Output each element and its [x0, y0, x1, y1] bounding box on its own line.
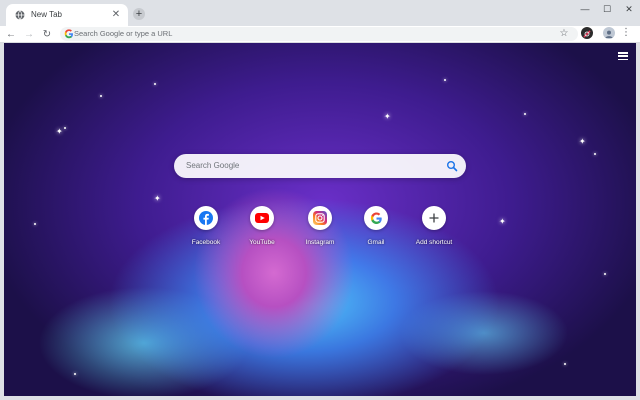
- omnibox-placeholder: Search Google or type a URL: [74, 29, 173, 38]
- kebab-menu-icon[interactable]: ⋮: [620, 27, 632, 39]
- shortcut-add[interactable]: Add shortcut: [406, 206, 462, 252]
- customize-menu-icon[interactable]: [618, 52, 628, 60]
- window-controls: — ☐ ✕: [574, 0, 640, 18]
- window-close-button[interactable]: ✕: [618, 0, 640, 18]
- profile-avatar[interactable]: [603, 27, 615, 39]
- star-icon[interactable]: ☆: [558, 28, 570, 40]
- shortcut-gmail[interactable]: Gmail: [348, 206, 404, 252]
- sparkle-icon: ✦: [499, 217, 506, 226]
- instagram-icon: [313, 211, 327, 225]
- close-icon[interactable]: ✕: [110, 9, 122, 21]
- toolbar: ← → ↻ Search Google or type a URL ☆: [0, 26, 640, 43]
- star-decoration: [564, 363, 566, 365]
- tab-strip: New Tab ✕ + — ☐ ✕: [0, 0, 640, 26]
- star-decoration: [524, 113, 526, 115]
- shortcut-instagram[interactable]: Instagram: [292, 206, 348, 252]
- sparkle-icon: ✦: [384, 112, 391, 121]
- globe-icon: [15, 10, 25, 20]
- reload-button[interactable]: ↻: [40, 27, 54, 41]
- star-decoration: [74, 373, 76, 375]
- omnibox[interactable]: Search Google or type a URL ☆: [60, 27, 578, 41]
- tab-title: New Tab: [31, 10, 62, 19]
- star-decoration: [34, 223, 36, 225]
- shortcut-tile: [308, 206, 332, 230]
- star-decoration: [154, 83, 156, 85]
- shortcut-label: YouTube: [249, 239, 275, 246]
- forward-button[interactable]: →: [22, 27, 36, 41]
- browser-window: New Tab ✕ + — ☐ ✕ ← → ↻ Search Google or…: [0, 0, 640, 400]
- shortcut-youtube[interactable]: YouTube: [234, 206, 290, 252]
- shortcut-tile: [422, 206, 446, 230]
- tab-new-tab[interactable]: New Tab ✕: [6, 4, 128, 26]
- ntp-search-placeholder: Search Google: [186, 161, 240, 170]
- plus-icon: [429, 213, 439, 223]
- sparkle-icon: ✦: [154, 194, 161, 203]
- shortcut-tile: [194, 206, 218, 230]
- star-decoration: [604, 273, 606, 275]
- person-icon: [605, 30, 613, 38]
- star-decoration: [64, 127, 66, 129]
- extension-icon[interactable]: [581, 27, 593, 39]
- sparkle-icon: ✦: [56, 127, 63, 136]
- shortcuts-grid: Facebook YouTube Instagram Gmail Add sho…: [184, 206, 464, 256]
- star-decoration: [594, 153, 596, 155]
- shortcut-facebook[interactable]: Facebook: [178, 206, 234, 252]
- search-icon[interactable]: [446, 160, 458, 172]
- google-icon: [370, 212, 382, 224]
- shortcut-label: Facebook: [191, 239, 221, 246]
- shortcut-tile: [250, 206, 274, 230]
- maximize-button[interactable]: ☐: [596, 0, 618, 18]
- facebook-icon: [199, 211, 213, 225]
- back-button[interactable]: ←: [4, 27, 18, 41]
- new-tab-page: ✦ ✦ ✦ ✦ ✦ Search Google Facebook YouTube…: [4, 43, 636, 396]
- shortcut-label: Gmail: [367, 239, 385, 246]
- shortcut-label: Add shortcut: [415, 239, 453, 246]
- star-decoration: [444, 79, 446, 81]
- shortcut-label: Instagram: [305, 239, 335, 246]
- sparkle-icon: ✦: [579, 137, 586, 146]
- star-decoration: [100, 95, 102, 97]
- youtube-icon: [255, 213, 269, 223]
- shortcut-tile: [364, 206, 388, 230]
- google-icon: [64, 29, 73, 39]
- new-tab-button[interactable]: +: [133, 8, 145, 20]
- extension-glyph-icon: [583, 30, 591, 38]
- ntp-search-box[interactable]: Search Google: [174, 154, 466, 178]
- minimize-button[interactable]: —: [574, 0, 596, 18]
